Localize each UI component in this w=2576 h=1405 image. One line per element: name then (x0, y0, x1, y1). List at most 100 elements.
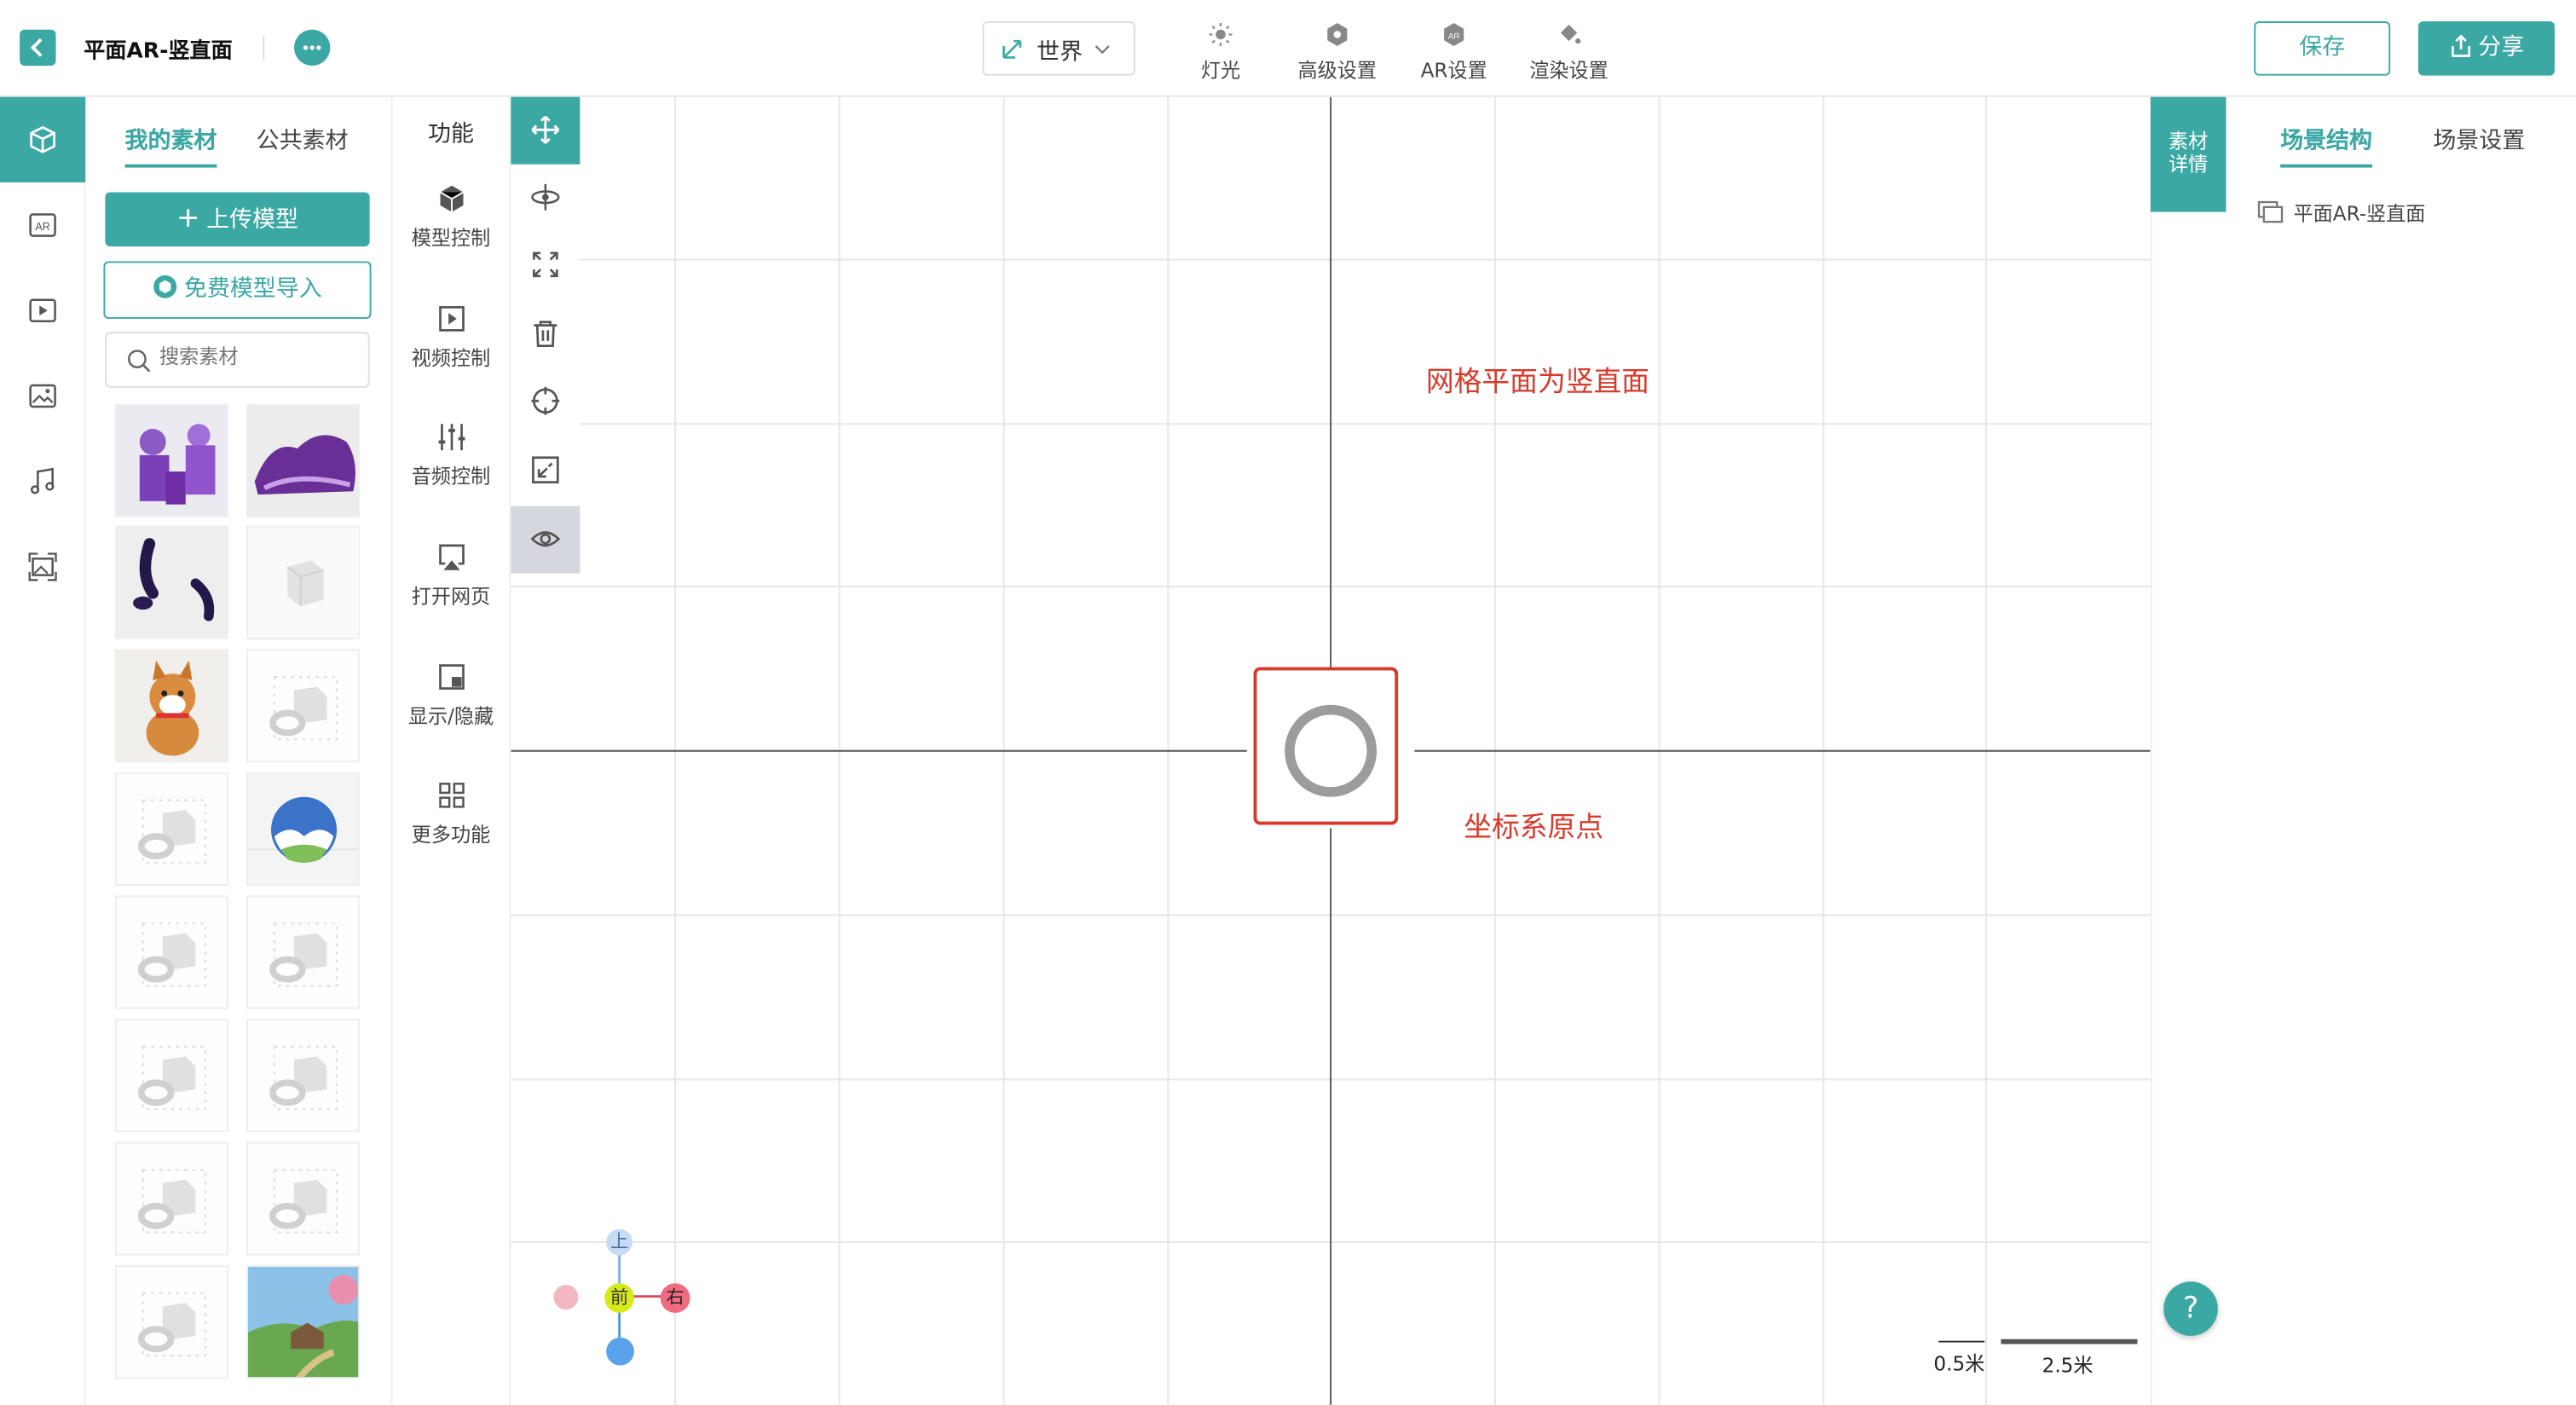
material-thumbnail[interactable] (246, 404, 361, 518)
ar-settings-label: AR设置 (1420, 59, 1487, 83)
lighting-button[interactable]: 灯光 (1196, 21, 1245, 84)
material-thumbnail[interactable] (114, 649, 228, 763)
tab-scene-settings[interactable]: 场景设置 (2433, 124, 2525, 157)
video-icon (29, 298, 56, 323)
render-settings-button[interactable]: 渲染设置 (1526, 21, 1611, 84)
rail-item-model[interactable] (0, 96, 86, 182)
rail-item-panorama[interactable] (0, 524, 85, 610)
material-thumbnail[interactable] (246, 1265, 361, 1379)
function-label: 更多功能 (411, 823, 491, 847)
origin-ring[interactable] (1285, 704, 1378, 797)
function-label: 显示/隐藏 (407, 704, 494, 728)
upload-model-label: 上传模型 (206, 206, 299, 234)
material-details-button[interactable]: 素材 详情 (2150, 96, 2227, 212)
gizmo-front[interactable]: 前 (604, 1283, 634, 1313)
move-tool-button[interactable] (511, 96, 580, 165)
scale-label-large: 2.5米 (2042, 1354, 2094, 1378)
rotate-tool-button[interactable] (511, 165, 580, 232)
material-thumbnail[interactable] (246, 649, 361, 763)
scale-label-small: 0.5米 (1933, 1352, 1985, 1376)
material-thumbnail[interactable] (114, 1265, 228, 1379)
advanced-settings-button[interactable]: 高级设置 (1295, 21, 1380, 84)
search-box[interactable] (105, 332, 370, 388)
shiba-dog-preview (116, 650, 227, 761)
placeholder-preview (116, 897, 227, 1008)
function-show-hide[interactable]: 显示/隐藏 (391, 662, 511, 730)
cartoon-landscape-preview (248, 1266, 359, 1378)
placeholder-preview (116, 1266, 227, 1378)
coordinate-mode-select[interactable]: 世界 (982, 21, 1135, 76)
function-video-control[interactable]: 视频控制 (391, 304, 511, 372)
fit-tool-button[interactable] (511, 437, 580, 505)
function-open-webpage[interactable]: 打开网页 (391, 542, 511, 610)
gizmo-left-dot[interactable] (553, 1285, 579, 1310)
function-more[interactable]: 更多功能 (391, 780, 511, 847)
placeholder-preview (248, 897, 359, 1008)
comment-button[interactable] (293, 29, 331, 66)
material-thumbnail[interactable] (246, 895, 361, 1009)
gizmo-down-dot[interactable] (606, 1337, 634, 1366)
rail-item-video[interactable] (0, 268, 85, 353)
ar-settings-button[interactable]: AR AR设置 (1416, 21, 1492, 84)
material-thumbnail[interactable] (246, 525, 361, 639)
material-thumbnail[interactable] (114, 895, 228, 1009)
rail-item-audio[interactable] (0, 439, 85, 524)
material-thumbnail[interactable] (246, 1142, 361, 1256)
function-audio-control[interactable]: 音频控制 (391, 422, 511, 489)
coordinate-mode-value: 世界 (1037, 39, 1083, 66)
tab-public-materials[interactable]: 公共素材 (257, 124, 349, 157)
advanced-settings-label: 高级设置 (1297, 59, 1378, 83)
title-divider (263, 36, 265, 61)
material-thumbnail[interactable] (246, 1018, 361, 1132)
expand-icon (533, 252, 558, 278)
gizmo-up[interactable]: 上 (606, 1229, 633, 1256)
eye-icon (530, 531, 561, 547)
cube-icon (30, 125, 55, 153)
delete-tool-button[interactable] (511, 301, 580, 368)
search-icon (128, 350, 151, 373)
gear-icon (1327, 22, 1348, 46)
lighting-label: 灯光 (1200, 59, 1241, 83)
ar-icon: AR (29, 213, 56, 237)
placeholder-preview (248, 1143, 359, 1254)
picture-in-picture-icon (438, 664, 464, 690)
hexagon-icon (439, 185, 464, 212)
panorama-icon (28, 552, 57, 581)
rail-item-ar[interactable]: AR (0, 182, 85, 268)
scale-tool-button[interactable] (511, 232, 580, 299)
material-thumbnail[interactable] (246, 772, 361, 886)
back-button[interactable] (20, 29, 56, 66)
chevron-down-icon (1095, 45, 1110, 55)
plus-icon: + (176, 202, 200, 235)
scene-tree-item[interactable]: 平面AR-竖直面 (2257, 199, 2425, 227)
shrink-icon (532, 456, 559, 484)
layers-icon (2257, 200, 2284, 223)
placeholder-preview (116, 1143, 227, 1254)
free-model-import-button[interactable]: 免费模型导入 (103, 261, 372, 319)
gizmo-right[interactable]: 右 (660, 1283, 690, 1313)
placeholder-preview (116, 1020, 227, 1130)
upload-model-button[interactable]: + 上传模型 (105, 192, 370, 247)
svg-text:AR: AR (35, 221, 49, 233)
view-tool-button[interactable] (511, 506, 580, 574)
save-button[interactable]: 保存 (2254, 21, 2391, 76)
tab-scene-structure[interactable]: 场景结构 (2280, 124, 2372, 157)
material-details-label-1: 素材 (2168, 130, 2209, 153)
right-panel (2150, 96, 2576, 1405)
material-thumbnail[interactable] (114, 404, 228, 518)
top-bar (0, 0, 2576, 97)
locate-tool-button[interactable] (511, 368, 580, 436)
function-model-control[interactable]: 模型控制 (391, 184, 511, 252)
scale-bar-large (2001, 1339, 2138, 1344)
tab-my-materials[interactable]: 我的素材 (124, 124, 217, 157)
material-thumbnail[interactable] (114, 525, 228, 639)
material-thumbnail[interactable] (114, 1018, 228, 1132)
function-label: 视频控制 (411, 346, 491, 370)
rail-item-image[interactable] (0, 353, 85, 438)
material-thumbnail[interactable] (114, 1142, 228, 1256)
share-button[interactable]: 分享 (2417, 21, 2555, 76)
material-thumbnail[interactable] (114, 772, 228, 886)
help-button[interactable]: ? (2163, 1281, 2218, 1336)
search-input[interactable] (159, 344, 357, 368)
function-label: 打开网页 (411, 585, 491, 609)
